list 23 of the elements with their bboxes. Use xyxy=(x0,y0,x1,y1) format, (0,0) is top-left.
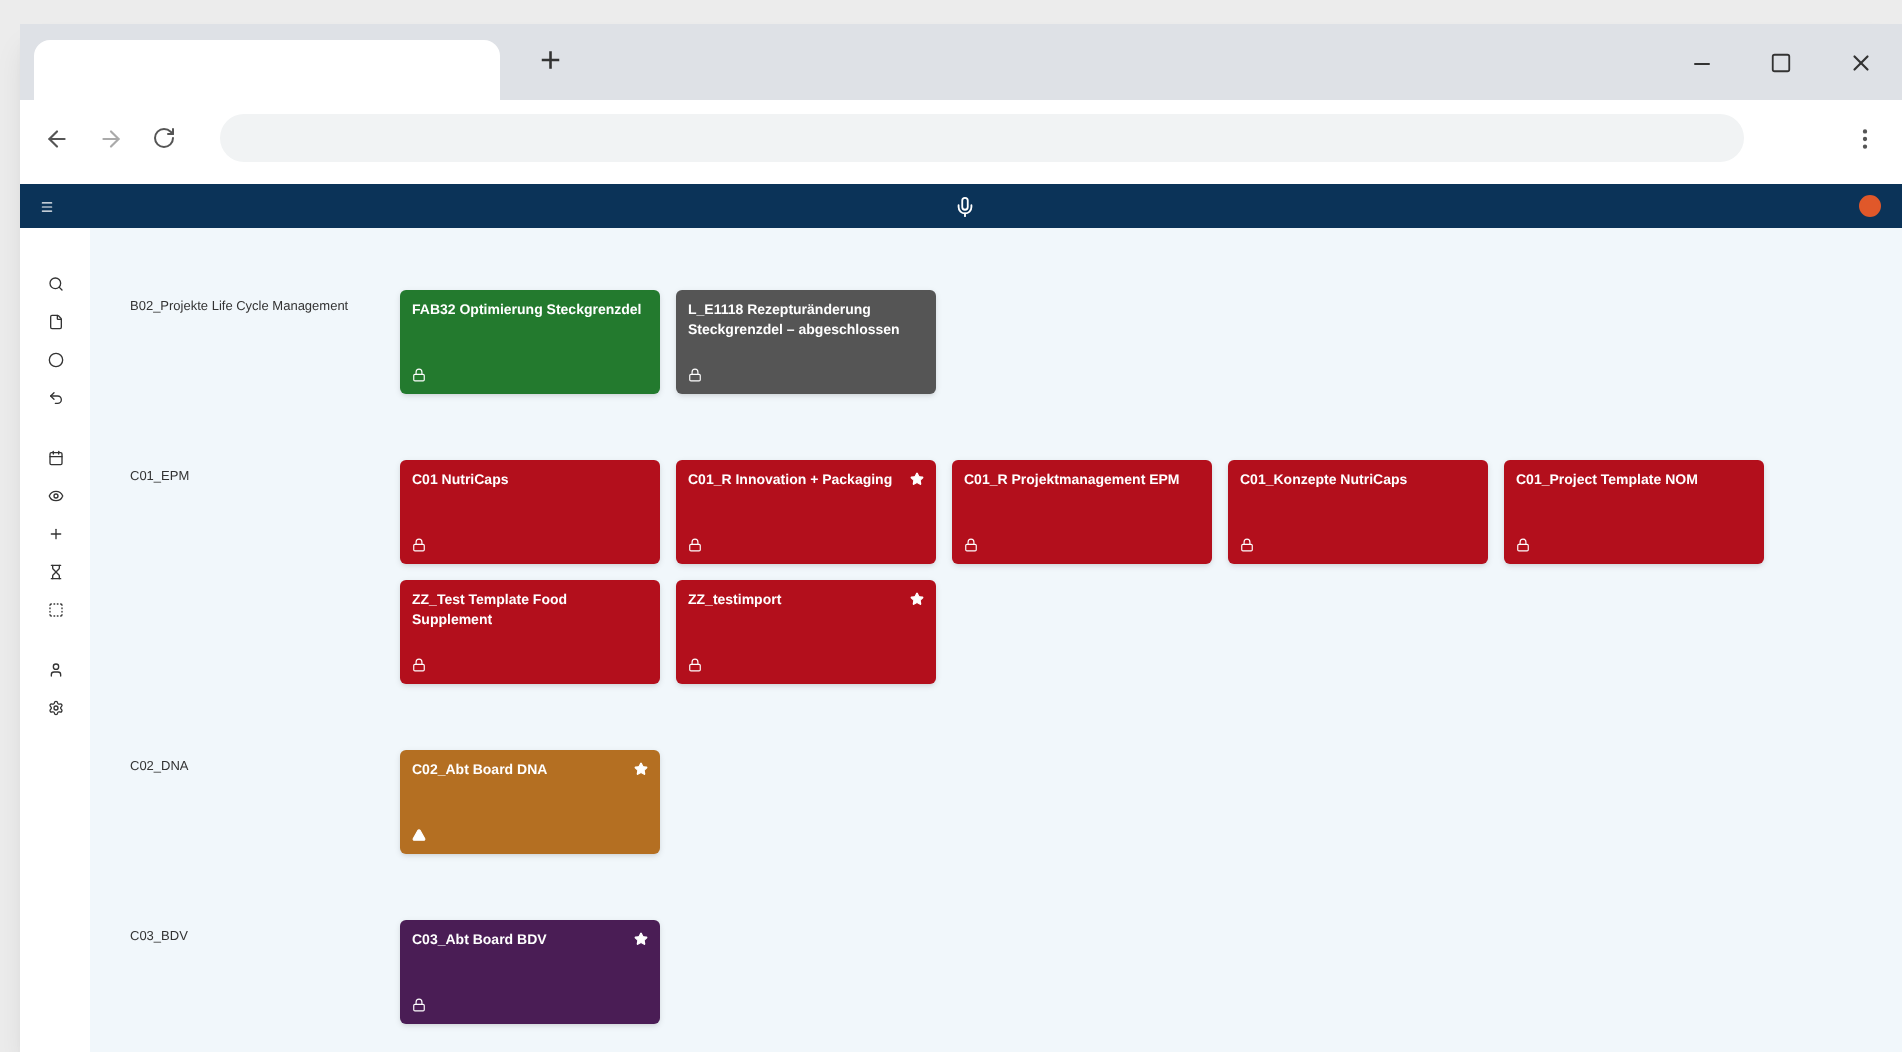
undo-icon[interactable] xyxy=(47,390,63,406)
hourglass-icon[interactable] xyxy=(47,564,63,580)
search-icon[interactable] xyxy=(47,276,63,292)
settings-icon[interactable] xyxy=(47,700,63,716)
eye-icon[interactable] xyxy=(47,488,63,504)
square-icon[interactable] xyxy=(47,602,63,618)
new-tab-button[interactable]: + xyxy=(540,34,562,88)
menu-icon[interactable] xyxy=(40,199,54,213)
star-icon[interactable] xyxy=(910,592,924,606)
maximize-icon[interactable] xyxy=(1770,52,1792,74)
document-icon[interactable] xyxy=(47,314,63,330)
star-icon[interactable] xyxy=(634,932,648,946)
calendar-icon[interactable] xyxy=(47,450,63,466)
user-icon[interactable] xyxy=(47,662,63,678)
reload-icon[interactable] xyxy=(152,126,176,150)
back-icon[interactable] xyxy=(44,125,70,151)
plus-icon[interactable] xyxy=(47,526,63,542)
avatar-icon[interactable] xyxy=(1858,194,1882,218)
star-icon[interactable] xyxy=(634,762,648,776)
logo-icon xyxy=(954,195,976,217)
close-icon[interactable] xyxy=(1848,50,1874,76)
star-icon[interactable] xyxy=(910,472,924,486)
circle-icon[interactable] xyxy=(47,352,63,368)
